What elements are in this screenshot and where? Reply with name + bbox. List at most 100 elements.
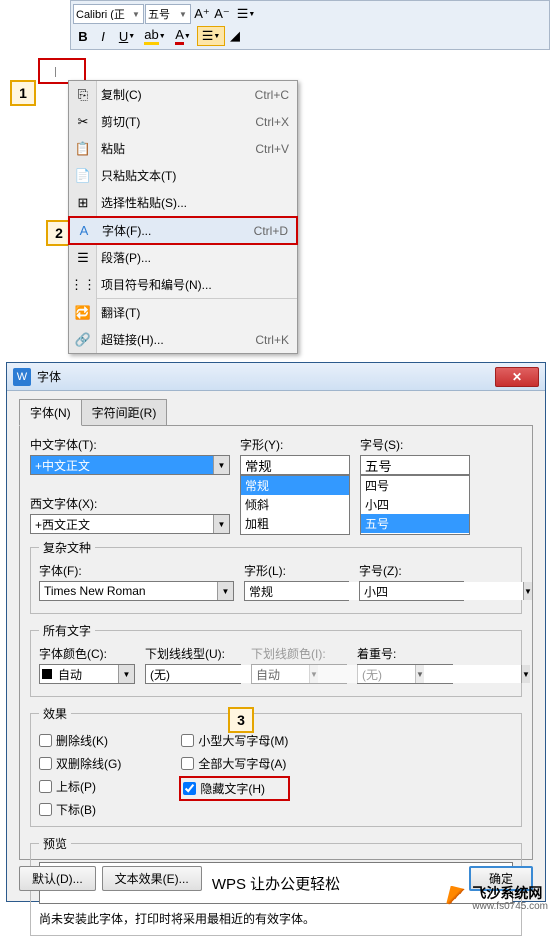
cn-font-combo[interactable]: ▼ xyxy=(30,455,230,475)
menu-translate[interactable]: 🔁 翻译(T) xyxy=(69,299,297,326)
copy-icon: ⎘ xyxy=(75,87,91,103)
chevron-down-icon: ▼ xyxy=(217,582,233,600)
cn-font-label: 中文字体(T): xyxy=(30,436,230,453)
font-size-input[interactable] xyxy=(148,8,178,20)
chevron-down-icon: ▼ xyxy=(131,10,141,19)
menu-bullets[interactable]: ⋮⋮ 项目符号和编号(N)... xyxy=(69,271,297,298)
alltext-fieldset: 所有文字 字体颜色(C): ▼ 下划线线型(U): xyxy=(30,622,522,697)
style-input[interactable] xyxy=(240,455,350,475)
chevron-down-icon: ▼ xyxy=(523,582,532,600)
underline-style-combo[interactable]: ▼ xyxy=(145,664,241,684)
paste-text-icon: 📄 xyxy=(75,168,91,184)
chevron-down-icon: ▼ xyxy=(521,665,530,683)
small-caps-checkbox[interactable]: 小型大写字母(M) xyxy=(181,732,288,749)
font-color-combo[interactable]: ▼ xyxy=(39,664,135,684)
context-menu: ⎘ 复制(C) Ctrl+C ✂ 剪切(T) Ctrl+X 📋 粘贴 Ctrl+… xyxy=(68,80,298,354)
watermark-icon xyxy=(446,886,468,908)
font-family-combo[interactable]: ▼ xyxy=(73,4,144,24)
complex-size-label: 字号(Z): xyxy=(359,562,464,579)
list-item[interactable]: 常规 xyxy=(241,476,349,495)
preview-legend: 预览 xyxy=(39,835,71,852)
font-dialog: W 字体 ✕ 字体(N) 字符间距(R) 中文字体(T): ▼ 西文字体(X): xyxy=(6,362,546,902)
list-item[interactable]: 小四 xyxy=(361,495,469,514)
line-spacing-button[interactable]: ☰▼ xyxy=(232,4,260,24)
west-font-input[interactable] xyxy=(31,515,213,533)
complex-style-combo[interactable]: ▼ xyxy=(244,581,349,601)
west-font-combo[interactable]: ▼ xyxy=(30,514,230,534)
font-color-label: 字体颜色(C): xyxy=(39,645,135,662)
menu-paragraph[interactable]: ☰ 段落(P)... xyxy=(69,244,297,271)
cn-font-input[interactable] xyxy=(31,456,213,474)
font-family-input[interactable] xyxy=(76,8,131,20)
complex-style-label: 字形(L): xyxy=(244,562,349,579)
dialog-title: 字体 xyxy=(37,368,495,385)
complex-font-input[interactable] xyxy=(40,582,217,600)
tab-font[interactable]: 字体(N) xyxy=(19,399,82,426)
style-listbox[interactable]: 常规 倾斜 加粗 xyxy=(240,475,350,535)
watermark-name: 飞沙系统网 xyxy=(472,886,548,901)
underline-color-label: 下划线颜色(I): xyxy=(251,645,347,662)
size-input[interactable] xyxy=(360,455,470,475)
decrease-font-button[interactable]: A⁻ xyxy=(212,4,232,24)
font-color-button[interactable]: A▼ xyxy=(169,26,197,46)
chevron-down-icon: ▼ xyxy=(178,10,188,19)
paste-icon: 📋 xyxy=(75,141,91,157)
bold-button[interactable]: B xyxy=(73,26,93,46)
menu-cut[interactable]: ✂ 剪切(T) Ctrl+X xyxy=(69,108,297,135)
bullets-icon: ⋮⋮ xyxy=(75,277,91,293)
paste-special-icon: ⊞ xyxy=(75,195,91,211)
font-size-combo[interactable]: ▼ xyxy=(145,4,191,24)
complex-size-input[interactable] xyxy=(360,582,523,600)
complex-size-combo[interactable]: ▼ xyxy=(359,581,464,601)
superscript-checkbox[interactable]: 上标(P) xyxy=(39,778,121,795)
menu-paste-text[interactable]: 📄 只粘贴文本(T) xyxy=(69,162,297,189)
hidden-text-checkbox[interactable]: 隐藏文字(H) xyxy=(179,776,290,801)
size-listbox[interactable]: 四号 小四 五号 xyxy=(360,475,470,535)
list-item[interactable]: 五号 xyxy=(361,514,469,533)
all-caps-checkbox[interactable]: 全部大写字母(A) xyxy=(181,755,288,772)
chevron-down-icon: ▼ xyxy=(415,665,424,683)
dialog-titlebar[interactable]: W 字体 ✕ xyxy=(7,363,545,391)
chevron-down-icon: ▼ xyxy=(213,515,229,533)
italic-button[interactable]: I xyxy=(93,26,113,46)
alignment-button[interactable]: ☰▼ xyxy=(197,26,225,46)
font-color-input[interactable] xyxy=(54,665,118,683)
menu-hyperlink[interactable]: 🔗 超链接(H)... Ctrl+K xyxy=(69,326,297,353)
font-icon: A xyxy=(76,223,92,239)
size-label: 字号(S): xyxy=(360,436,470,453)
underline-button[interactable]: U▼ xyxy=(113,26,141,46)
default-button[interactable]: 默认(D)... xyxy=(19,866,96,891)
list-item[interactable]: 倾斜 xyxy=(241,495,349,514)
strike-checkbox[interactable]: 删除线(K) xyxy=(39,732,121,749)
menu-paste-special[interactable]: ⊞ 选择性粘贴(S)... xyxy=(69,189,297,216)
hyperlink-icon: 🔗 xyxy=(75,332,91,348)
double-strike-checkbox[interactable]: 双删除线(G) xyxy=(39,755,121,772)
menu-copy[interactable]: ⎘ 复制(C) Ctrl+C xyxy=(69,81,297,108)
tab-spacing[interactable]: 字符间距(R) xyxy=(81,399,168,426)
app-icon: W xyxy=(13,368,31,386)
highlight-button[interactable]: ab▼ xyxy=(141,26,169,46)
alltext-legend: 所有文字 xyxy=(39,622,95,639)
increase-font-button[interactable]: A⁺ xyxy=(192,4,212,24)
eraser-button[interactable]: ◢ xyxy=(225,26,245,46)
text-effects-button[interactable]: 文本效果(E)... xyxy=(102,866,202,891)
menu-paste[interactable]: 📋 粘贴 Ctrl+V xyxy=(69,135,297,162)
callout-1: 1 xyxy=(10,80,36,106)
effects-legend: 效果 xyxy=(39,705,71,722)
menu-font[interactable]: A 字体(F)... Ctrl+D xyxy=(68,216,298,245)
subscript-checkbox[interactable]: 下标(B) xyxy=(39,801,121,818)
translate-icon: 🔁 xyxy=(75,305,91,321)
complex-legend: 复杂文种 xyxy=(39,539,95,556)
list-item[interactable]: 四号 xyxy=(361,476,469,495)
effects-fieldset: 效果 删除线(K) 双删除线(G) 上标(P) 下标(B) 小型大写字母(M) … xyxy=(30,705,522,827)
complex-fieldset: 复杂文种 字体(F): ▼ 字形(L): ▼ xyxy=(30,539,522,614)
complex-font-label: 字体(F): xyxy=(39,562,234,579)
west-font-label: 西文字体(X): xyxy=(30,495,230,512)
chevron-down-icon: ▼ xyxy=(118,665,134,683)
formatting-toolbar: ▼ ▼ A⁺ A⁻ ☰▼ B I U▼ ab▼ A▼ ☰▼ ◢ xyxy=(70,0,550,50)
list-item[interactable]: 加粗 xyxy=(241,514,349,533)
watermark-url: www.fs0745.com xyxy=(472,901,548,912)
callout-3: 3 xyxy=(228,707,254,733)
complex-font-combo[interactable]: ▼ xyxy=(39,581,234,601)
close-button[interactable]: ✕ xyxy=(495,367,539,387)
